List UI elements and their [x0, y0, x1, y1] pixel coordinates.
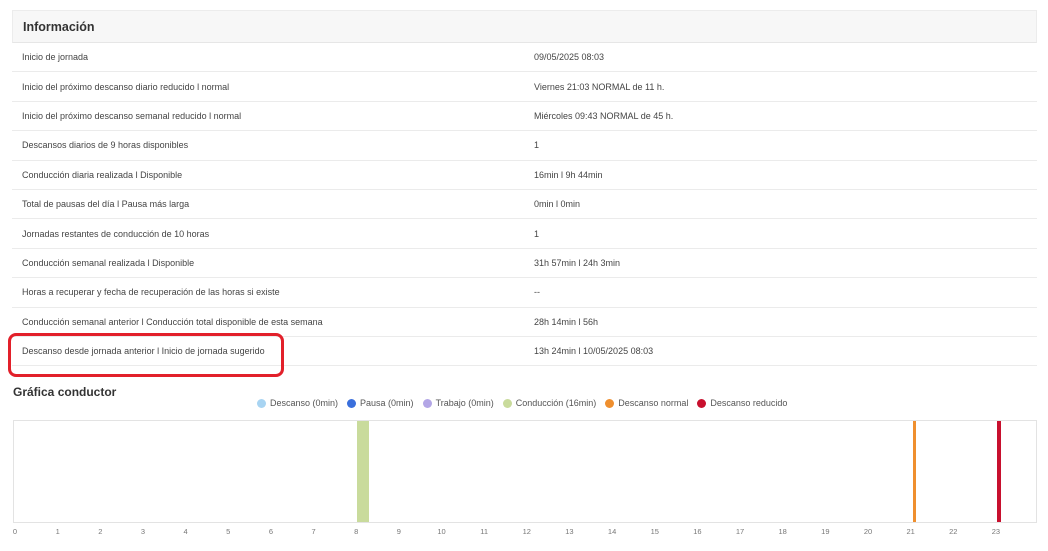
- info-row: Total de pausas del día l Pausa más larg…: [12, 190, 1037, 220]
- info-header: Información: [12, 10, 1037, 43]
- info-row-value: 31h 57min l 24h 3min: [534, 257, 621, 268]
- x-tick-label: 7: [311, 527, 315, 536]
- legend-label: Trabajo (0min): [435, 398, 494, 408]
- info-row-label: Total de pausas del día l Pausa más larg…: [22, 199, 190, 210]
- info-row: Inicio de jornada 09/05/2025 08:03: [12, 43, 1037, 73]
- legend-item[interactable]: Conducción (16min): [502, 398, 597, 408]
- info-panel: Información Inicio de jornada 09/05/2025 …: [12, 10, 1037, 367]
- info-row-label: Conducción diaria realizada l Disponible: [22, 169, 183, 180]
- x-tick-label: 16: [693, 527, 701, 536]
- legend-item[interactable]: Descanso reducido: [697, 398, 787, 408]
- chart-bar: [912, 421, 917, 522]
- info-row-value: Viernes 21:03 NORMAL de 11 h.: [534, 81, 665, 92]
- x-tick-label: 1: [56, 527, 60, 536]
- chart-x-axis: 0 1 2 3 4 5 6 7 8 9 10 11 12 13 14 15 16 17 18 19 20 21 22 23: [13, 527, 1000, 536]
- x-tick-label: 19: [821, 527, 829, 536]
- info-row-value: 13h 24min l 10/05/2025 08:03: [534, 346, 654, 357]
- info-row-label: Descansos diarios de 9 horas disponibles: [22, 140, 189, 151]
- legend-item[interactable]: Trabajo (0min): [422, 398, 494, 408]
- chart-plot-area: [13, 420, 1037, 523]
- info-row-value: 28h 14min l 56h: [534, 316, 599, 327]
- x-tick-label: 14: [608, 527, 616, 536]
- x-tick-label: 22: [949, 527, 957, 536]
- chart-bar: [996, 421, 1002, 522]
- legend-item[interactable]: Descanso normal: [605, 398, 688, 408]
- x-tick-label: 13: [565, 527, 573, 536]
- info-row: Descansos diarios de 9 horas disponibles…: [12, 131, 1037, 161]
- x-tick-label: 2: [98, 527, 102, 536]
- info-row-value: 09/05/2025 08:03: [534, 52, 605, 63]
- x-tick-label: 9: [397, 527, 401, 536]
- info-row: Inicio del próximo descanso diario reduc…: [12, 72, 1037, 102]
- chart-title: Gráfica conductor: [13, 385, 117, 399]
- info-row-label: Inicio de jornada: [22, 52, 89, 63]
- x-tick-label: 4: [184, 527, 188, 536]
- x-tick-label: 6: [269, 527, 273, 536]
- info-row-label: Conducción semanal anterior l Conducción…: [22, 316, 323, 327]
- info-title: Información: [23, 19, 95, 34]
- info-row-label: Horas a recuperar y fecha de recuperació…: [22, 287, 280, 298]
- x-tick-label: 15: [651, 527, 659, 536]
- legend-dot-icon: [257, 398, 266, 408]
- info-row-value: 16min l 9h 44min: [534, 169, 603, 180]
- x-tick-label: 20: [864, 527, 872, 536]
- x-tick-label: 0: [13, 527, 17, 536]
- x-tick-label: 10: [437, 527, 445, 536]
- legend-label: Descanso reducido: [710, 398, 788, 408]
- chart-bar: [357, 421, 369, 522]
- x-tick-label: 11: [480, 527, 488, 536]
- legend-dot-icon: [422, 398, 432, 408]
- info-row: Jornadas restantes de conducción de 10 h…: [12, 219, 1037, 249]
- x-tick-label: 21: [906, 527, 914, 536]
- legend-item[interactable]: Pausa (0min): [347, 398, 414, 408]
- info-row: Inicio del próximo descanso semanal redu…: [12, 102, 1037, 132]
- x-tick-label: 18: [779, 527, 787, 536]
- x-tick-label: 8: [354, 527, 358, 536]
- info-row-value: 1: [534, 228, 540, 239]
- info-row: Horas a recuperar y fecha de recuperació…: [12, 278, 1037, 308]
- info-table: Inicio de jornada 09/05/2025 08:03 Inicio …: [12, 43, 1037, 367]
- legend-label: Descanso (0min): [270, 398, 339, 408]
- info-row-label: Inicio del próximo descanso diario reduc…: [22, 81, 230, 92]
- info-row-label: Jornadas restantes de conducción de 10 h…: [22, 228, 210, 239]
- info-row-label: Conducción semanal realizada l Disponibl…: [22, 257, 195, 268]
- legend-label: Conducción (16min): [515, 398, 597, 408]
- x-tick-label: 23: [992, 527, 1000, 536]
- legend-dot-icon: [502, 398, 512, 408]
- info-row-label: Inicio del próximo descanso semanal redu…: [22, 110, 242, 121]
- legend-dot-icon: [605, 398, 615, 408]
- info-row-value: Miércoles 09:43 NORMAL de 45 h.: [534, 110, 674, 121]
- x-tick-label: 5: [226, 527, 230, 536]
- legend-label: Descanso normal: [618, 398, 689, 408]
- legend-dot-icon: [697, 398, 707, 408]
- legend-item[interactable]: Descanso (0min): [257, 398, 338, 408]
- info-row: Conducción diaria realizada l Disponible…: [12, 161, 1037, 190]
- x-tick-label: 3: [141, 527, 145, 536]
- highlight-annotation: [8, 333, 284, 377]
- x-tick-label: 17: [736, 527, 744, 536]
- info-row-value: 0min l 0min: [534, 199, 581, 210]
- info-row-value: --: [534, 287, 540, 298]
- x-tick-label: 12: [523, 527, 531, 536]
- legend-dot-icon: [347, 398, 357, 408]
- chart-legend: Descanso (0min) Pausa (0min) Trabajo (0min…: [257, 398, 796, 408]
- info-row: Conducción semanal realizada l Disponibl…: [12, 249, 1037, 279]
- legend-label: Pausa (0min): [360, 398, 414, 408]
- info-row-value: 1: [534, 140, 540, 151]
